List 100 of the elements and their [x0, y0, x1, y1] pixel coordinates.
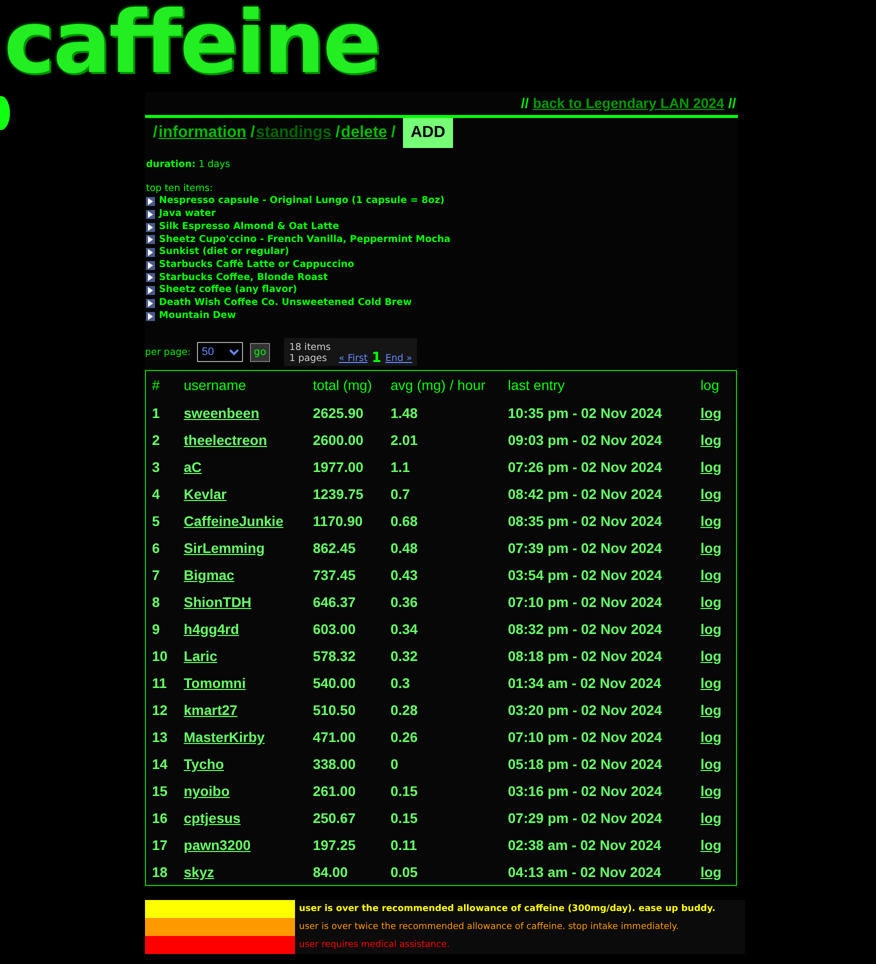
table-cell-text: 2600.00 [312, 430, 364, 450]
item-name: Mountain Dew [159, 310, 236, 322]
log-link[interactable]: log [700, 458, 722, 475]
table-cell-text: 250.67 [312, 808, 357, 828]
item-count: 18 items [289, 342, 331, 354]
username-link[interactable]: MasterKirby [184, 728, 265, 745]
nav-link[interactable]: information [158, 124, 246, 142]
username-link[interactable]: h4gg4rd [184, 620, 239, 637]
first-link[interactable]: « First [338, 353, 368, 364]
table-cell-text: 0.3 [389, 674, 411, 693]
table-cell-text: 862.45 [312, 538, 357, 558]
log-link[interactable]: log [700, 728, 722, 745]
table-cell-text: 07:26 pm - 02 Nov 2024 [506, 458, 663, 477]
table-cell-text: 0.43 [389, 566, 419, 585]
column-header: avg (mg) / hour [389, 376, 486, 396]
end-link[interactable]: End » [385, 353, 412, 364]
list-title: top ten items: [146, 182, 214, 196]
table-cell-text: 0.68 [389, 512, 419, 531]
item-name: Death Wish Coffee Co. Unsweetened Cold Brew [159, 297, 412, 310]
table-cell-text: 0.15 [389, 808, 419, 828]
slash-text: / [153, 124, 158, 142]
table-cell-text: 16 [151, 808, 169, 828]
table-cell-text: 540.00 [312, 674, 357, 693]
table-cell-text: 1.1 [389, 458, 411, 477]
nav-link[interactable]: delete [340, 124, 388, 142]
table-cell-text: 10 [151, 646, 169, 666]
username-link[interactable]: Tomomni [184, 674, 246, 691]
arrow-bullet-icon [146, 298, 155, 308]
slash-text: / [391, 124, 396, 142]
arrow-bullet-icon [146, 235, 155, 244]
table-cell-text: 08:35 pm - 02 Nov 2024 [506, 512, 663, 531]
table-cell-text: 2625.90 [312, 404, 364, 423]
log-link[interactable]: log [700, 864, 722, 880]
username-link[interactable]: Laric [184, 648, 218, 664]
username-link[interactable]: Bigmac [184, 566, 234, 583]
log-link[interactable]: log [700, 702, 722, 718]
username-link[interactable]: Tycho [184, 756, 224, 772]
column-header: username [182, 376, 248, 396]
item-name: Nespresso capsule - Original Lungo (1 capsule = 8oz) [159, 195, 444, 208]
item-name: Sunkist (diet or regular) [159, 246, 290, 259]
table-cell-text: 07:10 pm - 02 Nov 2024 [506, 728, 663, 747]
add-button[interactable]: ADD [402, 118, 454, 148]
table-cell-text: 18 [151, 862, 169, 882]
back-link[interactable]: back to Legendary LAN 2024 [532, 95, 724, 111]
username-link[interactable]: SirLemming [184, 540, 265, 556]
username-link[interactable]: pawn3200 [184, 836, 251, 853]
log-link[interactable]: log [700, 486, 722, 502]
legend-text: user requires medical assistance. [299, 940, 450, 950]
log-link[interactable]: log [700, 432, 722, 448]
log-link[interactable]: log [700, 566, 722, 583]
legend-text: user is over twice the recommended allowance of caffeine. stop intake immediately. [299, 922, 679, 932]
table-cell-text: 03:16 pm - 02 Nov 2024 [506, 782, 663, 801]
table-cell-text: 84.00 [312, 862, 349, 882]
table-cell-text: 510.50 [312, 700, 357, 720]
table-cell-text: 0.26 [389, 728, 419, 747]
log-link[interactable]: log [700, 512, 722, 529]
log-link[interactable]: log [700, 540, 722, 556]
duration-text: duration: 1 days [146, 159, 232, 172]
table-cell-text: 6 [151, 538, 161, 558]
table-cell-text: 2.01 [389, 430, 419, 450]
table-cell-text: 4 [151, 484, 161, 504]
table-cell-text: 05:18 pm - 02 Nov 2024 [506, 754, 663, 774]
table-cell-text: 197.25 [312, 836, 357, 855]
table-cell-text: 08:32 pm - 02 Nov 2024 [506, 620, 663, 639]
separator-text: // [728, 95, 736, 111]
log-link[interactable]: log [700, 594, 722, 610]
log-link[interactable]: log [700, 836, 722, 853]
table-cell-text: 13 [151, 728, 169, 747]
log-link[interactable]: log [700, 620, 722, 637]
site-logo: caffeine [4, 0, 380, 86]
table-cell-text: 1170.90 [312, 512, 364, 531]
table-cell-text: 08:42 pm - 02 Nov 2024 [506, 484, 663, 504]
username-link[interactable]: Kevlar [184, 486, 227, 502]
table-cell-text: 0.28 [389, 700, 419, 720]
username-link[interactable]: cptjesus [184, 810, 241, 826]
table-cell-text: 1 [151, 404, 161, 423]
username-link[interactable]: CaffeineJunkie [184, 512, 284, 529]
go-button[interactable]: go [250, 342, 270, 362]
log-link[interactable]: log [700, 404, 722, 421]
username-link[interactable]: sweenbeen [184, 404, 260, 421]
arrow-bullet-icon [146, 197, 155, 206]
per-page-select[interactable]: 50 [196, 342, 243, 362]
table-cell-text: 0.36 [389, 592, 419, 612]
item-name: Java water [159, 208, 216, 221]
username-link[interactable]: ShionTDH [184, 594, 252, 610]
table-cell-text: 7 [151, 566, 161, 585]
username-link[interactable]: aC [184, 458, 202, 475]
log-link[interactable]: log [700, 782, 722, 799]
username-link[interactable]: theelectreon [184, 432, 268, 448]
arrow-bullet-icon [146, 248, 155, 258]
log-link[interactable]: log [700, 674, 722, 691]
table-cell-text: 02:38 am - 02 Nov 2024 [506, 836, 662, 855]
log-link[interactable]: log [700, 648, 722, 664]
table-cell-text: 07:29 pm - 02 Nov 2024 [506, 808, 663, 828]
username-link[interactable]: nyoibo [184, 782, 230, 799]
username-link[interactable]: kmart27 [184, 702, 238, 718]
username-link[interactable]: skyz [184, 864, 214, 880]
table-cell-text: 0.11 [389, 836, 418, 855]
log-link[interactable]: log [700, 810, 722, 826]
log-link[interactable]: log [700, 756, 722, 772]
